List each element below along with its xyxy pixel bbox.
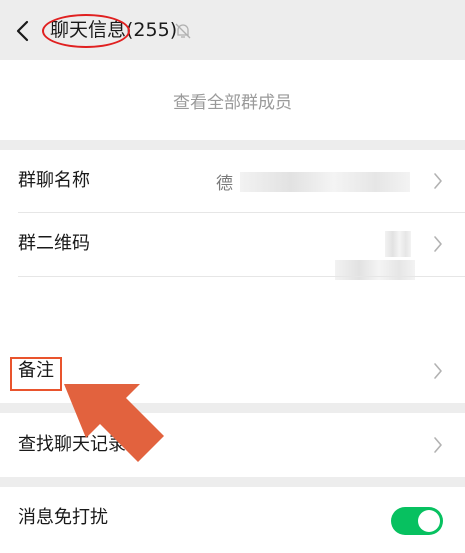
annotation-arrow-icon	[64, 384, 164, 462]
chevron-left-icon[interactable]	[12, 18, 34, 44]
qr-code-label: 群二维码	[18, 233, 90, 254]
nav-header: 聊天信息(255)	[0, 0, 465, 60]
do-not-disturb-label: 消息免打扰	[18, 507, 108, 528]
toggle-knob	[418, 510, 440, 532]
annotation-circle	[42, 14, 130, 48]
chevron-right-icon	[434, 363, 442, 379]
settings-group-4: 消息免打扰	[0, 487, 465, 553]
annotation-box	[10, 357, 62, 391]
qr-code-thumbnail	[385, 231, 411, 257]
row-do-not-disturb: 消息免打扰	[0, 487, 465, 549]
do-not-disturb-toggle[interactable]	[391, 507, 443, 535]
row-group-name[interactable]: 群聊名称 德	[0, 150, 465, 212]
view-all-members-button[interactable]: 查看全部群成员	[0, 60, 465, 140]
chevron-right-icon	[434, 437, 442, 453]
group-name-label: 群聊名称	[18, 170, 90, 191]
bell-off-icon	[175, 23, 191, 39]
divider	[18, 276, 465, 277]
chevron-right-icon	[434, 236, 442, 252]
settings-group-1: 群聊名称 德 群二维码	[0, 150, 465, 340]
member-count: (255)	[126, 19, 178, 41]
blurred-area	[335, 260, 415, 280]
group-name-value: 德	[216, 174, 233, 194]
blurred-group-name	[240, 172, 410, 192]
view-all-members-label: 查看全部群成员	[173, 93, 292, 113]
chevron-right-icon	[434, 173, 442, 189]
